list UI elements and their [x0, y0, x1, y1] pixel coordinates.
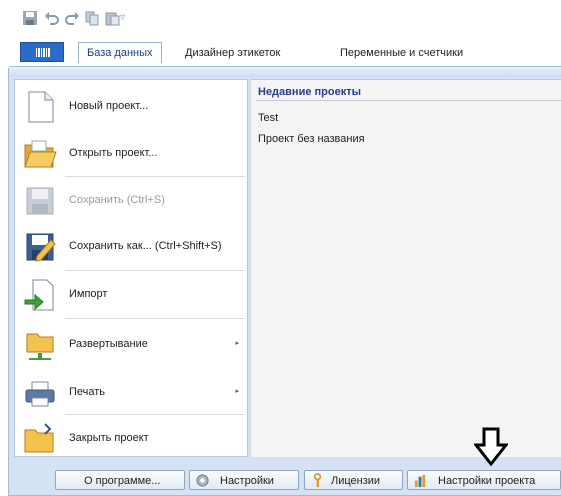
- menu-item-label: Открыть проект...: [69, 147, 158, 159]
- application-menu-header: [9, 67, 561, 77]
- project-settings-button-label: Настройки проекта: [438, 475, 536, 487]
- menu-separator: [65, 176, 245, 177]
- about-button[interactable]: О программе...: [55, 470, 185, 490]
- menu-item-label: Сохранить как... (Ctrl+Shift+S): [69, 240, 222, 252]
- recent-project-item[interactable]: Test: [258, 112, 278, 124]
- menu-item-import[interactable]: Импорт: [15, 272, 247, 316]
- paste-icon[interactable]: [104, 10, 120, 26]
- menu-item-print[interactable]: Печать ▸: [15, 370, 247, 414]
- project-settings-button[interactable]: Настройки проекта: [407, 470, 561, 490]
- menu-item-label: Новый проект...: [69, 100, 149, 112]
- menu-item-new-project[interactable]: Новый проект...: [15, 84, 247, 128]
- customize-toolbar-icon[interactable]: ▿: [120, 12, 125, 23]
- menu-separator: [65, 318, 245, 319]
- key-icon: [313, 473, 322, 488]
- settings-button-label: Настройки: [220, 475, 274, 487]
- redo-icon[interactable]: [64, 10, 80, 26]
- project-settings-icon: [414, 474, 426, 488]
- menu-item-save[interactable]: Сохранить (Ctrl+S): [15, 178, 247, 222]
- menu-item-label: Сохранить (Ctrl+S): [69, 194, 165, 206]
- licenses-button[interactable]: Лицензии: [304, 470, 403, 490]
- licenses-button-label: Лицензии: [331, 475, 381, 487]
- barcode-icon: [36, 48, 50, 57]
- tab-label-designer[interactable]: Дизайнер этикеток: [177, 45, 288, 62]
- menu-item-label: Импорт: [69, 288, 108, 300]
- save-icon: [26, 187, 54, 215]
- tab-database[interactable]: База данных: [78, 42, 162, 63]
- settings-button[interactable]: Настройки: [189, 470, 299, 490]
- deploy-icon: [26, 333, 54, 360]
- recent-projects-divider: [256, 100, 561, 101]
- menu-separator: [65, 270, 245, 271]
- import-icon: [24, 279, 54, 311]
- menu-item-open-project[interactable]: Открыть проект...: [15, 131, 247, 175]
- close-project-icon: [24, 423, 54, 453]
- menu-item-save-as[interactable]: Сохранить как... (Ctrl+Shift+S): [15, 224, 247, 268]
- new-document-icon: [28, 91, 54, 123]
- open-folder-icon: [24, 140, 57, 168]
- undo-icon[interactable]: [44, 10, 60, 26]
- submenu-arrow-icon: ▸: [235, 340, 239, 347]
- save-as-icon: [26, 233, 56, 262]
- tab-variables-counters[interactable]: Переменные и счетчики: [332, 45, 471, 62]
- menu-item-label: Печать: [69, 386, 106, 398]
- application-menu-button[interactable]: [20, 42, 64, 62]
- application-menu-list: Новый проект... Открыть проект... Сохран…: [14, 79, 248, 457]
- copy-icon[interactable]: [84, 10, 100, 26]
- quick-access-toolbar: ▿: [0, 0, 561, 36]
- printer-icon: [25, 381, 55, 407]
- menu-item-close-project[interactable]: Закрыть проект: [15, 416, 247, 460]
- save-icon[interactable]: [22, 10, 38, 26]
- recent-project-item[interactable]: Проект без названия: [258, 133, 365, 145]
- submenu-arrow-icon: ▸: [235, 388, 239, 395]
- menu-item-deploy[interactable]: Развертывание ▸: [15, 322, 247, 366]
- menu-separator: [65, 414, 245, 415]
- arrow-down-icon: [474, 427, 508, 467]
- recent-projects-title: Недавние проекты: [258, 86, 361, 98]
- menu-item-label: Закрыть проект: [69, 432, 149, 444]
- about-button-label: О программе...: [84, 475, 161, 487]
- gear-icon: [196, 474, 209, 487]
- menu-item-label: Развертывание: [69, 338, 148, 350]
